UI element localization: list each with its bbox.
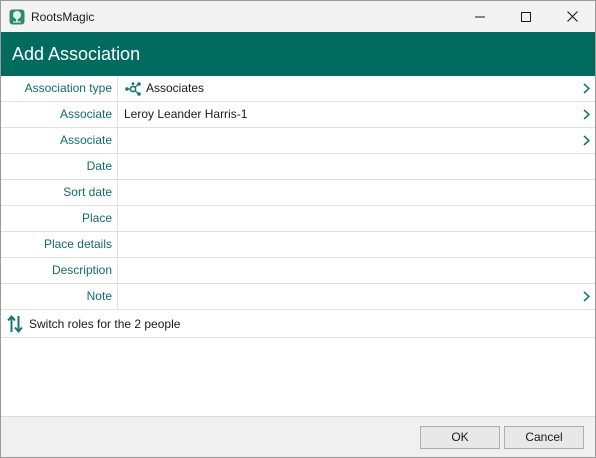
date-field[interactable] <box>117 154 595 179</box>
swap-vertical-icon <box>7 314 23 334</box>
switch-roles-button[interactable]: Switch roles for the 2 people <box>1 310 595 338</box>
field-label: Date <box>86 159 112 173</box>
row-note[interactable]: Note <box>1 284 595 310</box>
field-label: Associate <box>59 107 112 121</box>
chevron-right-icon[interactable] <box>583 76 590 101</box>
cancel-button[interactable]: Cancel <box>504 426 584 449</box>
window-title: RootsMagic <box>31 9 95 24</box>
place-details-field[interactable] <box>117 232 595 257</box>
association-type-value: Associates <box>146 81 205 95</box>
dialog-window: RootsMagic Add Association Association t… <box>0 0 596 458</box>
sort-date-field[interactable] <box>117 180 595 205</box>
close-icon <box>566 11 578 22</box>
minimize-icon <box>475 16 485 17</box>
chevron-right-icon[interactable] <box>583 284 590 309</box>
network-icon <box>124 81 142 96</box>
row-sort-date[interactable]: Sort date <box>1 180 595 206</box>
maximize-icon <box>521 11 531 22</box>
row-associate-1[interactable]: Associate Leroy Leander Harris-1 <box>1 102 595 128</box>
association-form: Association type Associates Associate Le… <box>1 76 595 338</box>
title-bar: RootsMagic <box>1 1 595 32</box>
field-label: Place details <box>43 237 112 251</box>
dialog-title: Add Association <box>12 43 141 64</box>
maximize-button[interactable] <box>503 1 549 32</box>
associate-1-field[interactable]: Leroy Leander Harris-1 <box>117 102 595 127</box>
row-description[interactable]: Description <box>1 258 595 284</box>
close-button[interactable] <box>549 1 595 32</box>
row-association-type[interactable]: Association type Associates <box>1 76 595 102</box>
association-type-field[interactable]: Associates <box>117 76 595 101</box>
field-label: Association type <box>24 81 112 95</box>
description-field[interactable] <box>117 258 595 283</box>
minimize-button[interactable] <box>457 1 503 32</box>
switch-roles-label: Switch roles for the 2 people <box>29 316 181 331</box>
chevron-right-icon[interactable] <box>583 128 590 153</box>
associate-1-value: Leroy Leander Harris-1 <box>124 107 248 121</box>
field-label: Sort date <box>63 185 112 199</box>
note-field[interactable] <box>117 284 595 309</box>
ok-button[interactable]: OK <box>420 426 500 449</box>
row-date[interactable]: Date <box>1 154 595 180</box>
row-place-details[interactable]: Place details <box>1 232 595 258</box>
row-place[interactable]: Place <box>1 206 595 232</box>
associate-2-field[interactable] <box>117 128 595 153</box>
field-label: Note <box>86 289 112 303</box>
place-field[interactable] <box>117 206 595 231</box>
field-label: Associate <box>59 133 112 147</box>
dialog-header: Add Association <box>1 32 595 76</box>
rootsmagic-app-icon <box>9 9 25 25</box>
field-label: Description <box>51 263 112 277</box>
field-label: Place <box>81 211 112 225</box>
dialog-footer: OK Cancel <box>1 416 595 457</box>
chevron-right-icon[interactable] <box>583 102 590 127</box>
row-associate-2[interactable]: Associate <box>1 128 595 154</box>
